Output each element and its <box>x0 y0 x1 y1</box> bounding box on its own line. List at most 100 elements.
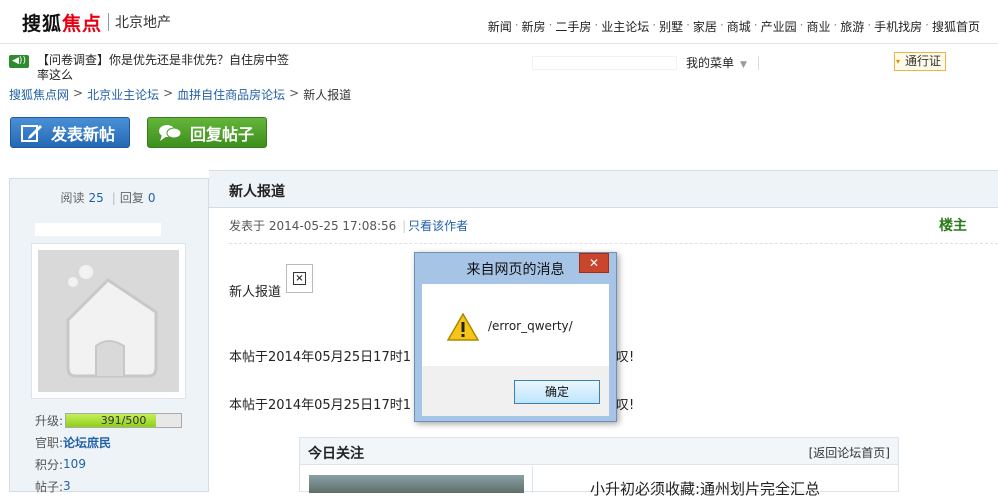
new-post-button[interactable]: 发表新帖 <box>10 117 130 148</box>
post-title-bar: 新人报道 <box>209 170 998 208</box>
read-count: 25 <box>88 191 104 205</box>
rank-row: 官职: 论坛庶民 <box>35 431 182 453</box>
author-panel: 阅读 25 | 回复 0 升级: 391/500 官职: 论坛庶民 积分: 109 <box>9 178 209 494</box>
news-headline[interactable]: 小升初必须收藏:通州划片完全汇总 <box>590 478 820 499</box>
nav-home-decor[interactable]: 家居 <box>693 18 717 35</box>
post-body-line: 本帖于2014年05月25日17时1 <box>229 398 411 413</box>
divider <box>758 56 759 70</box>
nav-separator: · <box>799 18 804 32</box>
nav-second-hand[interactable]: 二手房 <box>555 18 591 35</box>
ok-button[interactable]: 确定 <box>514 380 600 404</box>
post-body-line: 新人报道 <box>229 285 282 300</box>
divider <box>229 243 998 244</box>
site-header: 搜狐 焦点 北京地产 新闻 · 新房 · 二手房 · 业主论坛 · 别墅 · 家居 · 商城… <box>0 0 998 44</box>
nav-mobile-search[interactable]: 手机找房 <box>874 18 922 35</box>
breadcrumb-separator: > <box>163 86 174 100</box>
speaker-icon: ◀)) <box>9 55 29 68</box>
reply-button[interactable]: 回复帖子 <box>147 117 267 148</box>
news-thumbnail[interactable] <box>309 475 524 493</box>
nav-separator: · <box>925 18 929 32</box>
nav-commercial[interactable]: 商业 <box>806 18 830 35</box>
nav-travel[interactable]: 旅游 <box>840 18 864 35</box>
dialog-body: /error_qwerty/ 确定 <box>422 284 609 416</box>
nav-villa[interactable]: 别墅 <box>659 18 683 35</box>
posted-time: 2014-05-25 17:08:56 <box>268 219 397 233</box>
search-input[interactable] <box>532 56 677 70</box>
read-label: 阅读 <box>60 191 85 205</box>
today-focus-box: 今日关注 [返回论坛首页] 小升初必须收藏:通州划片完全汇总 <box>299 437 899 498</box>
logo-sohu: 搜狐 <box>22 12 63 35</box>
nav-industrial-park[interactable]: 产业园 <box>761 18 797 35</box>
nav-separator: · <box>719 18 724 32</box>
username[interactable] <box>35 223 161 236</box>
nav-separator: · <box>686 18 690 32</box>
today-focus-header: 今日关注 [返回论坛首页] <box>300 438 898 465</box>
nav-owner-forum[interactable]: 业主论坛 <box>601 18 649 35</box>
chevron-down-icon: ▼ <box>740 60 747 70</box>
breadcrumb-home[interactable]: 搜狐焦点网 <box>9 86 69 103</box>
post-meta: 发表于 2014-05-25 17:08:56 | 只看该作者 <box>229 217 468 234</box>
only-author-link[interactable]: 只看该作者 <box>408 219 468 233</box>
breadcrumb-beijing-forum[interactable]: 北京业主论坛 <box>87 86 159 103</box>
reply-count: 0 <box>147 191 156 205</box>
points-label: 积分: <box>35 457 64 472</box>
notice-bar: ◀)) 【问卷调查】你是优先还是非优先？自住房中签率这么 我的菜单 ▼ 通行证 <box>0 48 998 82</box>
rank-label: 官职: <box>35 435 64 450</box>
nav-news[interactable]: 新闻 <box>488 18 512 35</box>
site-logo[interactable]: 搜狐 焦点 北京地产 <box>22 8 171 36</box>
author-info: 升级: 391/500 官职: 论坛庶民 积分: 109 帖子: 3 <box>35 409 183 497</box>
points-row: 积分: 109 <box>35 453 182 475</box>
post-body-line-tail: 叹! <box>616 350 635 365</box>
chat-bubble-icon <box>159 124 182 141</box>
post-title: 新人报道 <box>229 184 285 200</box>
logo-jiaodian: 焦点 <box>62 12 103 35</box>
breadcrumb: 搜狐焦点网 > 北京业主论坛 > 血拼自住商品房论坛 > 新人报道 <box>9 86 351 103</box>
divider <box>532 466 533 493</box>
dialog-footer: 确定 <box>422 366 609 416</box>
close-icon[interactable]: ✕ <box>579 253 609 273</box>
broken-image-icon: × <box>286 264 313 293</box>
nav-separator: · <box>867 18 872 32</box>
nav-sohu-home[interactable]: 搜狐首页 <box>932 18 980 35</box>
dialog-message: /error_qwerty/ <box>488 319 573 333</box>
passport-button[interactable]: 通行证 <box>894 52 947 71</box>
breadcrumb-separator: > <box>73 86 84 100</box>
my-menu[interactable]: 我的菜单 ▼ <box>686 54 747 71</box>
back-to-forum-link[interactable]: [返回论坛首页] <box>809 444 890 461</box>
alert-dialog: 来自网页的消息 ✕ /error_qwerty/ 确定 <box>414 252 617 422</box>
my-menu-label: 我的菜单 <box>686 56 735 70</box>
rank-value[interactable]: 论坛庶民 <box>63 434 111 451</box>
nav-mall[interactable]: 商城 <box>727 18 751 35</box>
level-progress-bar: 391/500 <box>65 412 183 428</box>
top-nav: 新闻 · 新房 · 二手房 · 业主论坛 · 别墅 · 家居 · 商城 · 产业园 · 商业 · … <box>488 18 980 35</box>
avatar[interactable] <box>31 243 186 399</box>
level-row: 升级: 391/500 <box>35 409 183 431</box>
level-label: 升级: <box>35 413 64 428</box>
logo-divider <box>108 13 110 31</box>
logo-city: 北京地产 <box>115 15 172 31</box>
breadcrumb-subforum[interactable]: 血拼自住商品房论坛 <box>177 86 285 103</box>
floor-label: 楼主 <box>939 218 967 234</box>
posts-value[interactable]: 3 <box>63 479 71 493</box>
reply-count-label: 回复 <box>119 191 144 205</box>
level-progress-text: 391/500 <box>100 413 147 427</box>
stats-divider: | <box>111 191 116 205</box>
default-avatar-icon <box>38 250 179 392</box>
survey-link[interactable]: 【问卷调查】你是优先还是非优先？自住房中签率这么 <box>37 53 297 83</box>
post-body-line: 本帖于2014年05月25日17时1 <box>229 350 411 365</box>
nav-separator: · <box>652 18 657 32</box>
today-focus-title: 今日关注 <box>308 446 364 462</box>
nav-separator: · <box>514 18 519 32</box>
warning-icon <box>447 313 479 341</box>
edit-icon <box>21 124 42 142</box>
nav-separator: · <box>594 18 599 32</box>
nav-separator: · <box>548 18 553 32</box>
points-value: 109 <box>63 457 86 471</box>
posts-row: 帖子: 3 <box>35 475 182 497</box>
nav-separator: · <box>753 18 758 32</box>
breadcrumb-separator: > <box>289 86 300 100</box>
nav-new-homes[interactable]: 新房 <box>522 18 546 35</box>
reply-label: 回复帖子 <box>190 124 255 144</box>
nav-separator: · <box>833 18 838 32</box>
post-body-line-tail: 叹! <box>616 398 635 413</box>
